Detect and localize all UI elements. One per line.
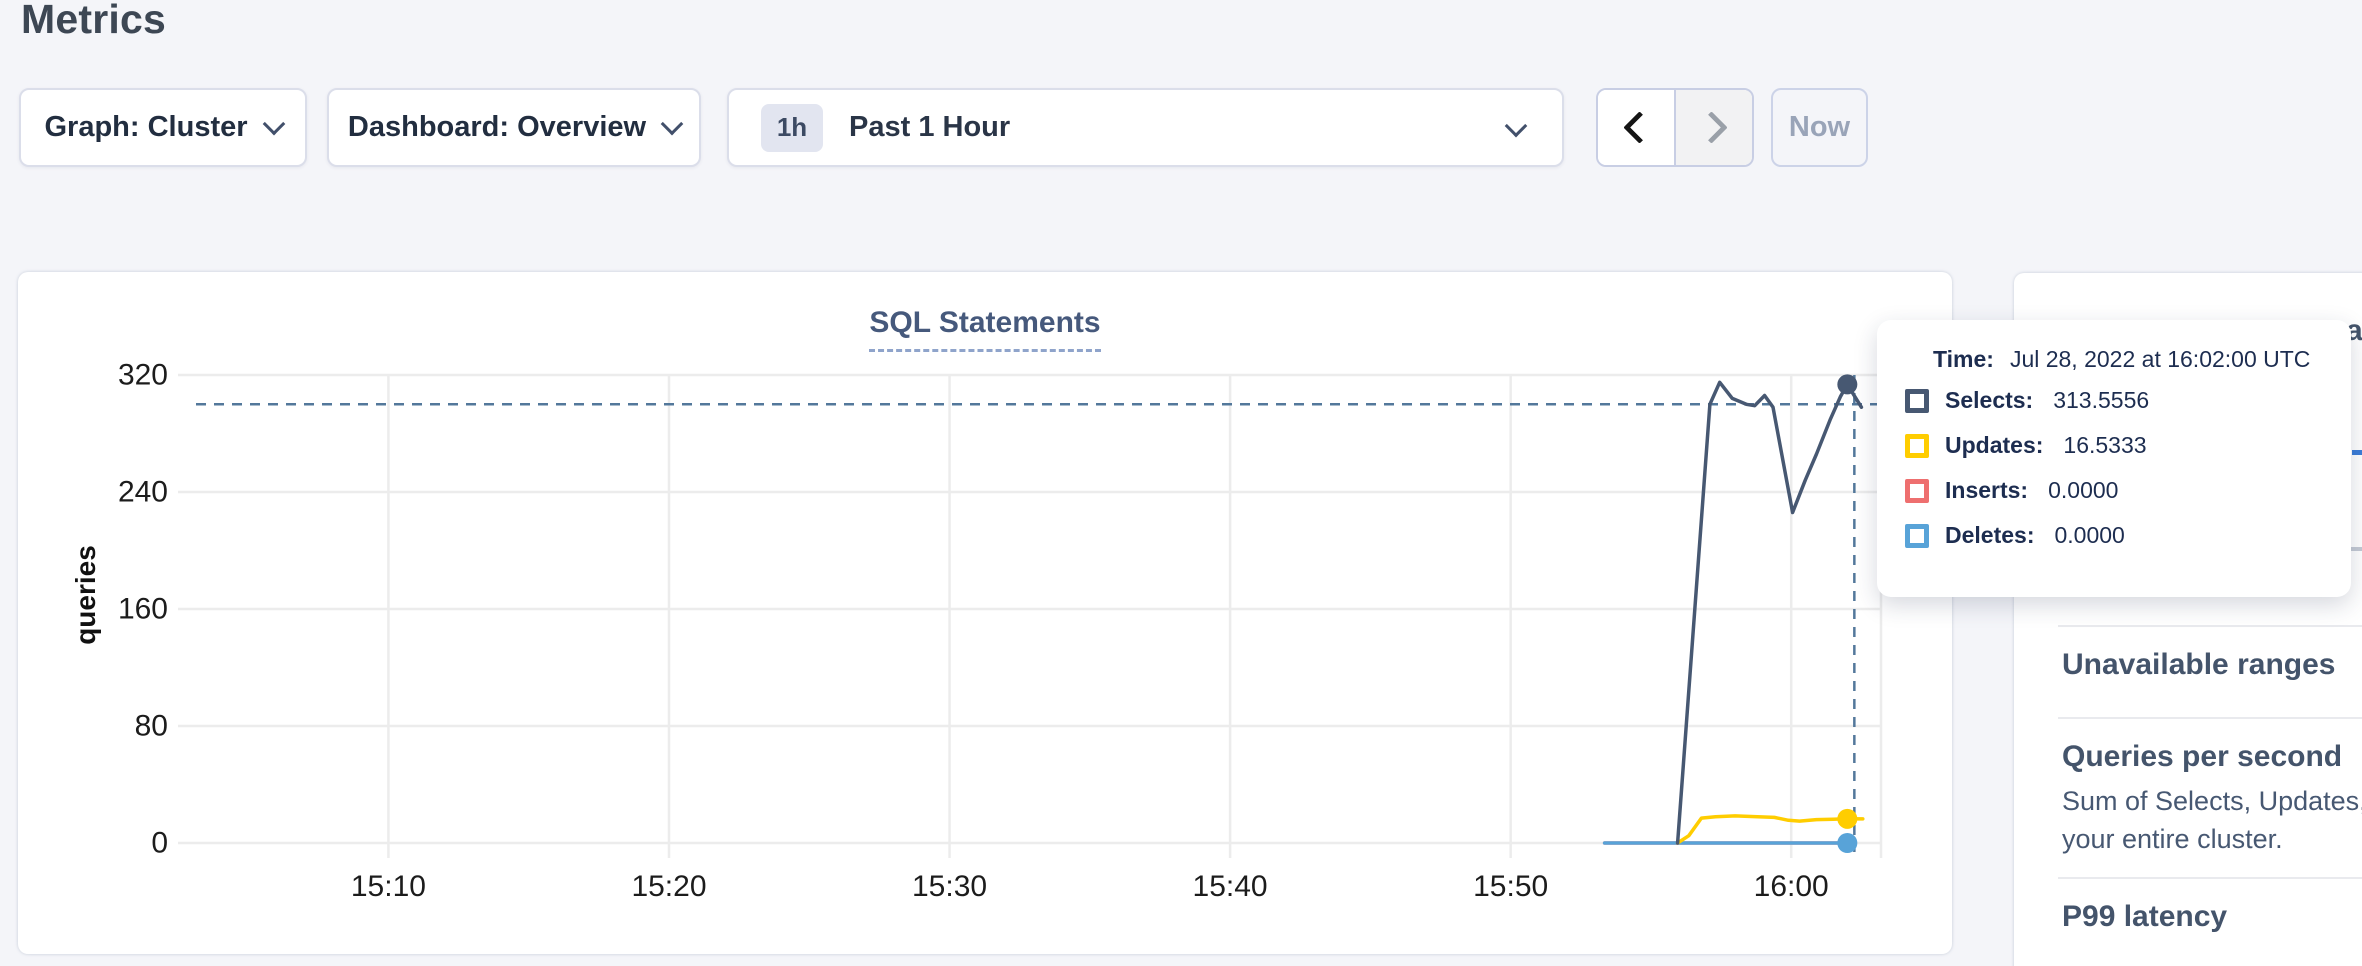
next-time-button[interactable] [1676,90,1752,165]
chevron-down-icon [1505,114,1528,137]
divider [2058,717,2362,719]
divider [2058,877,2362,879]
chart-title-wrap: SQL Statements [18,306,1952,352]
sidebar-description-line: Sum of Selects, Updates, Inser [2062,786,2362,817]
tooltip-row-selects: Selects: 313.5556 [1905,387,2351,414]
time-range-label: Past 1 Hour [849,111,1010,144]
tooltip-time-row: Time: Jul 28, 2022 at 16:02:00 UTC [1933,346,2351,373]
time-pager [1596,88,1754,167]
tooltip-series-label: Inserts: [1945,477,2028,504]
chevron-right-icon [1695,111,1728,144]
tooltip-series-value: 16.5333 [2063,432,2146,459]
chevron-left-icon [1623,111,1656,144]
time-range-badge: 1h [761,104,823,152]
tooltip-series-label: Selects: [1945,387,2033,414]
page-title: Metrics [21,0,166,43]
time-range-select[interactable]: 1h Past 1 Hour [727,88,1564,167]
tooltip-row-updates: Updates: 16.5333 [1905,432,2351,459]
graph-select[interactable]: Graph: Cluster [19,88,307,167]
divider [2058,625,2362,627]
inserts-swatch-icon [1905,479,1929,503]
tooltip-series-value: 313.5556 [2053,387,2149,414]
tooltip-row-inserts: Inserts: 0.0000 [1905,477,2351,504]
sidebar-heading-queries-per-second: Queries per second [2062,740,2342,774]
y-axis-label: queries [70,545,102,645]
now-button[interactable]: Now [1771,88,1868,167]
chevron-down-icon [661,112,684,135]
prev-time-button[interactable] [1598,90,1676,165]
chevron-down-icon [262,112,285,135]
sidebar-heading-p99-latency: P99 latency [2062,900,2227,934]
tooltip-series-value: 0.0000 [2054,522,2124,549]
graph-select-label: Graph: Cluster [44,111,247,144]
clipped-content-fragment [2350,547,2362,551]
chart-title[interactable]: SQL Statements [869,306,1100,352]
tooltip-time-label: Time: [1933,346,1994,372]
tooltip-series-value: 0.0000 [2048,477,2118,504]
tooltip-time-value: Jul 28, 2022 at 16:02:00 UTC [2010,346,2310,372]
deletes-swatch-icon [1905,524,1929,548]
metrics-page: Metrics Graph: Cluster Dashboard: Overvi… [0,0,2362,966]
dashboard-select-label: Dashboard: Overview [348,111,646,144]
clipped-link-fragment [2352,450,2362,455]
updates-swatch-icon [1905,434,1929,458]
sidebar-heading-unavailable-ranges: Unavailable ranges [2062,648,2335,682]
dashboard-select[interactable]: Dashboard: Overview [327,88,701,167]
tooltip-series-label: Updates: [1945,432,2043,459]
chart-tooltip: Time: Jul 28, 2022 at 16:02:00 UTC Select… [1877,320,2351,597]
sidebar-description-line: your entire cluster. [2062,824,2283,855]
selects-swatch-icon [1905,389,1929,413]
tooltip-series-label: Deletes: [1945,522,2034,549]
tooltip-row-deletes: Deletes: 0.0000 [1905,522,2351,549]
sql-statements-card [18,272,1952,954]
